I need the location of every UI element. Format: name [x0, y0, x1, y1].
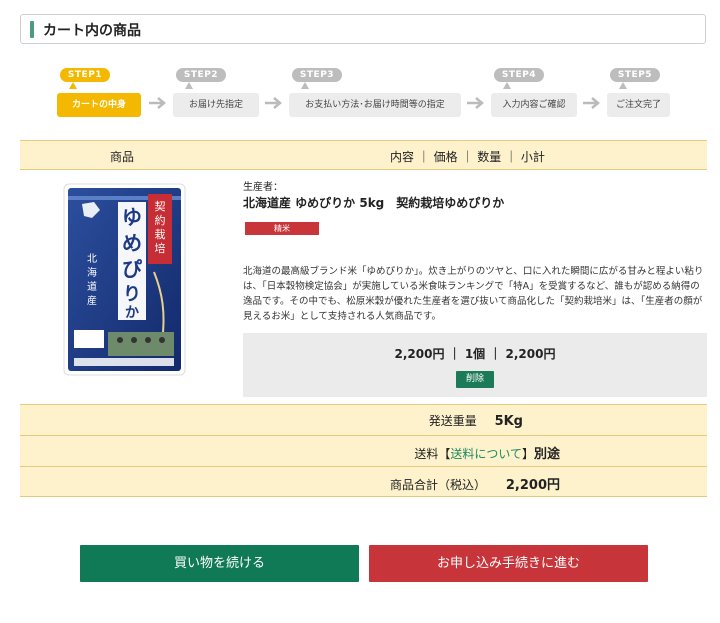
svg-text:ゆ: ゆ: [122, 205, 142, 229]
svg-text:産: 産: [87, 294, 97, 307]
svg-text:道: 道: [87, 280, 97, 293]
svg-text:め: め: [122, 231, 142, 255]
price-quantity-subtotal: 2,200円 ｜ 1個 ｜ 2,200円: [394, 347, 556, 361]
step3-badge: STEP3: [292, 68, 342, 82]
shipping-suffix: 】: [521, 447, 534, 461]
continue-shopping-button[interactable]: 買い物を続ける: [80, 545, 359, 582]
product-description: 北海道の最高級ブランド米「ゆめぴりか」。炊き上がりのツヤと、口に入れた瞬間に広が…: [243, 266, 704, 322]
svg-text:契: 契: [155, 199, 166, 213]
total-value: 2,200円: [505, 478, 560, 493]
step4-pointer: [503, 82, 511, 89]
total-label: 商品合計（税込）: [390, 478, 487, 492]
producer-label: 生産者：: [243, 182, 283, 193]
step1-badge: STEP1: [60, 68, 110, 82]
step1-label: カートの中身: [57, 93, 141, 117]
step5-label: ご注文完了: [607, 93, 670, 117]
delete-button[interactable]: 削除: [456, 371, 494, 388]
step4-label: 入力内容ご確認: [491, 93, 577, 117]
step2-badge: STEP2: [176, 68, 226, 82]
svg-text:か: か: [125, 305, 139, 321]
column-product: 商品: [110, 150, 135, 164]
step3-label: お支払い方法･お届け時間等の指定: [289, 93, 461, 117]
weight-value: 5Kg: [494, 414, 523, 429]
proceed-checkout-button[interactable]: お申し込み手続きに進む: [369, 545, 648, 582]
total-row: 商品合計（税込） 2,200円: [20, 466, 707, 497]
arrow-right-icon: [149, 97, 166, 109]
cart-table-header: 商品 内容 ｜ 価格 ｜ 数量 ｜ 小計: [20, 140, 707, 170]
arrow-right-icon: [583, 97, 600, 109]
arrow-right-icon: [265, 97, 282, 109]
svg-text:培: 培: [155, 241, 166, 255]
svg-text:約: 約: [155, 213, 166, 227]
svg-text:ぴ: ぴ: [122, 257, 142, 281]
price-box: 2,200円 ｜ 1個 ｜ 2,200円 削除: [243, 333, 707, 397]
shipping-info-link[interactable]: 送料について: [450, 447, 522, 461]
step1-pointer: [69, 82, 77, 89]
product-name[interactable]: 北海道産 ゆめぴりか 5kg 契約栽培ゆめぴりか: [243, 194, 504, 211]
step2-pointer: [185, 82, 193, 89]
product-image[interactable]: 契 約 栽 培 ゆ め ぴ り か 北 海 道 産: [62, 182, 187, 377]
product-tag: 精米: [245, 222, 319, 235]
step5-badge: STEP5: [610, 68, 660, 82]
column-details: 内容 ｜ 価格 ｜ 数量 ｜ 小計: [390, 150, 545, 164]
page-title-box: カート内の商品: [20, 14, 706, 44]
step2-label: お届け先指定: [173, 93, 259, 117]
title-accent-bar: [30, 21, 34, 38]
arrow-right-icon: [467, 97, 484, 109]
shipping-weight-row: 発送重量 5Kg: [20, 404, 707, 435]
svg-text:栽: 栽: [155, 228, 166, 241]
step4-badge: STEP4: [494, 68, 544, 82]
svg-text:北: 北: [87, 253, 97, 265]
weight-label: 発送重量: [428, 414, 477, 428]
shipping-value: 別途: [533, 447, 560, 462]
shipping-prefix: 送料【: [414, 447, 451, 461]
shipping-fee-row: 送料【送料について】別途: [20, 435, 707, 466]
step5-pointer: [619, 82, 627, 89]
step3-pointer: [301, 82, 309, 89]
page-title: カート内の商品: [43, 23, 141, 39]
svg-text:海: 海: [87, 266, 97, 279]
svg-text:り: り: [123, 284, 141, 305]
